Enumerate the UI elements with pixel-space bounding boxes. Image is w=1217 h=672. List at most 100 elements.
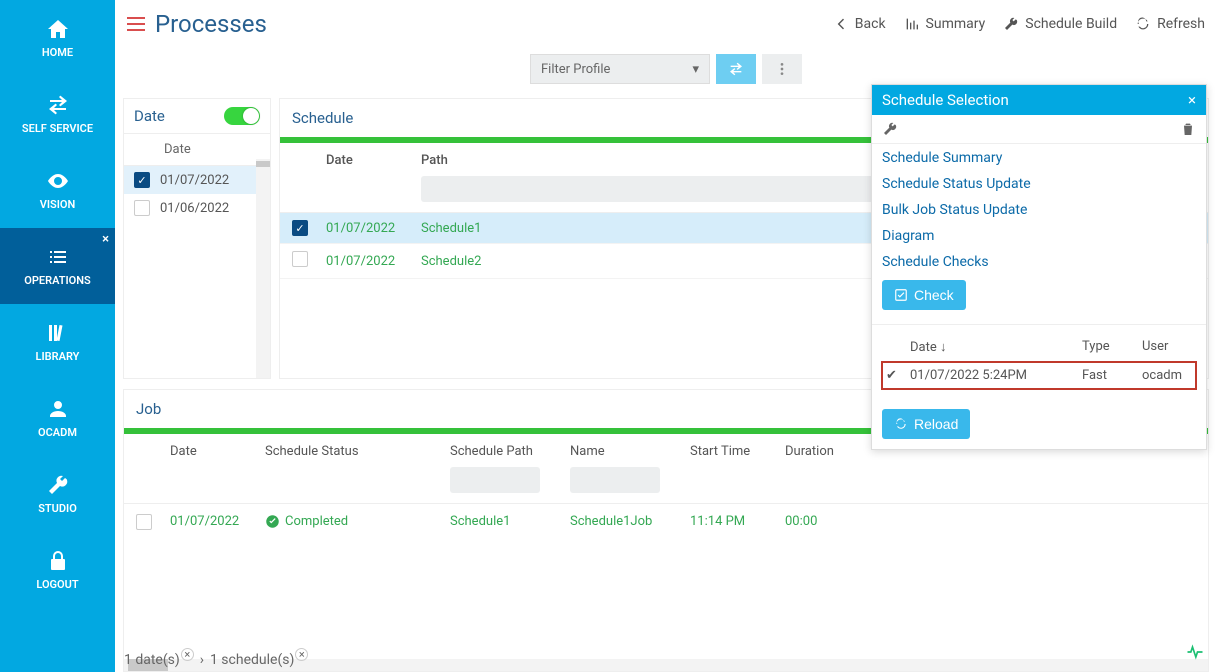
- button-label: Check: [914, 287, 954, 303]
- sidebar-item-vision[interactable]: VISION: [0, 152, 115, 228]
- status-cell: Completed: [265, 514, 450, 529]
- checkbox[interactable]: [136, 514, 152, 530]
- topbar: Processes Back Summary Schedule Build Re…: [115, 0, 1217, 48]
- breadcrumb: 1 date(s)× › 1 schedule(s)×: [124, 652, 308, 668]
- books-icon: [46, 321, 70, 345]
- sidebar: HOME SELF SERVICE VISION × OPERATIONS LI…: [0, 0, 115, 672]
- link-schedule-checks[interactable]: Schedule Checks: [882, 254, 1196, 270]
- column-header[interactable]: User: [1142, 339, 1192, 355]
- eye-icon: [46, 169, 70, 193]
- checkbox[interactable]: [292, 251, 308, 267]
- sidebar-item-label: OCADM: [38, 426, 77, 439]
- select-placeholder: Filter Profile: [541, 62, 610, 77]
- breadcrumb-schedules[interactable]: 1 schedule(s)×: [210, 652, 308, 668]
- wrench-small-icon: [1003, 16, 1019, 32]
- link-bulk-update[interactable]: Bulk Job Status Update: [882, 202, 1196, 218]
- heartbeat-icon[interactable]: [1185, 642, 1205, 666]
- column-header[interactable]: Schedule Path: [450, 444, 570, 459]
- user-icon: [46, 397, 70, 421]
- button-label: Refresh: [1157, 16, 1205, 32]
- list-icon: [46, 245, 70, 269]
- column-header[interactable]: Start Time: [690, 444, 785, 459]
- filter-loop-button[interactable]: [716, 54, 756, 84]
- check-result-row[interactable]: ✔ 01/07/2022 5:24PM Fast ocadm: [882, 362, 1196, 389]
- panel-title: Date: [134, 107, 165, 125]
- sidebar-item-library[interactable]: LIBRARY: [0, 304, 115, 380]
- reload-button[interactable]: Reload: [882, 409, 970, 439]
- sidebar-item-logout[interactable]: LOGOUT: [0, 532, 115, 608]
- date-cell[interactable]: 01/07/2022: [170, 514, 265, 529]
- exchange-icon: [46, 93, 70, 117]
- remove-icon[interactable]: ×: [295, 648, 308, 661]
- menu-toggle-icon[interactable]: [127, 17, 145, 31]
- link-status-update[interactable]: Schedule Status Update: [882, 176, 1196, 192]
- check-button[interactable]: Check: [882, 280, 966, 310]
- button-label: Summary: [926, 16, 986, 32]
- checkbox[interactable]: ✓: [134, 172, 150, 188]
- date-cell[interactable]: 01/07/2022: [326, 221, 421, 236]
- date-panel: Date Date ✓ 01/07/2022 01/06/2022: [123, 98, 271, 379]
- button-label: Reload: [914, 416, 958, 432]
- summary-button[interactable]: Summary: [904, 16, 986, 32]
- sidebar-item-label: LOGOUT: [36, 578, 78, 591]
- trash-icon[interactable]: [1180, 121, 1196, 137]
- close-icon[interactable]: ×: [102, 232, 109, 247]
- back-button[interactable]: Back: [833, 16, 886, 32]
- checkbox[interactable]: ✓: [292, 220, 308, 236]
- column-header[interactable]: Date: [326, 153, 421, 168]
- duration-cell: 00:00: [785, 514, 870, 529]
- refresh-icon: [1135, 16, 1151, 32]
- wrench-icon[interactable]: [882, 121, 898, 137]
- filter-more-button[interactable]: [762, 54, 802, 84]
- sidebar-item-label: VISION: [40, 198, 76, 211]
- column-header[interactable]: Type: [1082, 339, 1142, 355]
- link-schedule-summary[interactable]: Schedule Summary: [882, 150, 1196, 166]
- column-filter-input[interactable]: [570, 467, 660, 493]
- breadcrumb-dates[interactable]: 1 date(s)×: [124, 652, 194, 668]
- sidebar-item-user[interactable]: OCADM: [0, 380, 115, 456]
- date-cell: 01/07/2022: [160, 173, 229, 188]
- sidebar-item-self-service[interactable]: SELF SERVICE: [0, 76, 115, 152]
- job-row[interactable]: 01/07/2022 Completed Schedule1 Schedule1…: [124, 504, 1208, 544]
- remove-icon[interactable]: ×: [181, 648, 194, 661]
- column-header[interactable]: Schedule Status: [265, 444, 450, 459]
- sidebar-item-label: HOME: [42, 46, 73, 59]
- date-cell: 01/06/2022: [160, 201, 229, 216]
- sidebar-item-studio[interactable]: STUDIO: [0, 456, 115, 532]
- button-label: Schedule Build: [1025, 16, 1117, 32]
- date-cell[interactable]: 01/07/2022: [326, 254, 421, 269]
- path-cell[interactable]: Schedule1: [450, 514, 570, 529]
- column-header[interactable]: Date: [910, 340, 937, 355]
- sort-icon[interactable]: ↓: [940, 340, 947, 355]
- refresh-icon: [894, 417, 908, 431]
- column-header: Date: [124, 133, 270, 166]
- check-mark-icon: ✔: [886, 368, 910, 383]
- scrollbar[interactable]: [256, 159, 270, 378]
- sidebar-item-label: LIBRARY: [36, 350, 80, 363]
- column-header[interactable]: Duration: [785, 444, 870, 459]
- date-row[interactable]: 01/06/2022: [124, 194, 270, 222]
- schedule-selection-panel: Schedule Selection × Schedule Summary Sc…: [871, 84, 1207, 450]
- sidebar-item-home[interactable]: HOME: [0, 0, 115, 76]
- column-header[interactable]: Name: [570, 444, 690, 459]
- close-icon[interactable]: ×: [1188, 91, 1196, 109]
- home-icon: [46, 17, 70, 41]
- date-toggle[interactable]: [224, 107, 260, 125]
- checkbox[interactable]: [134, 200, 150, 216]
- panel-header[interactable]: Schedule Selection ×: [872, 85, 1206, 115]
- user-cell: ocadm: [1142, 368, 1192, 383]
- wrench-icon: [46, 473, 70, 497]
- link-diagram[interactable]: Diagram: [882, 228, 1196, 244]
- date-row[interactable]: ✓ 01/07/2022: [124, 166, 270, 194]
- starttime-cell: 11:14 PM: [690, 514, 785, 529]
- column-filter-input[interactable]: [450, 467, 540, 493]
- breadcrumb-separator: ›: [200, 652, 204, 668]
- page-title: Processes: [155, 10, 833, 38]
- sidebar-item-label: OPERATIONS: [24, 274, 91, 287]
- filter-profile-select[interactable]: Filter Profile ▾: [530, 54, 710, 84]
- column-header[interactable]: Date: [170, 444, 265, 459]
- refresh-button[interactable]: Refresh: [1135, 16, 1205, 32]
- name-cell[interactable]: Schedule1Job: [570, 514, 690, 529]
- sidebar-item-operations[interactable]: × OPERATIONS: [0, 228, 115, 304]
- schedule-build-button[interactable]: Schedule Build: [1003, 16, 1117, 32]
